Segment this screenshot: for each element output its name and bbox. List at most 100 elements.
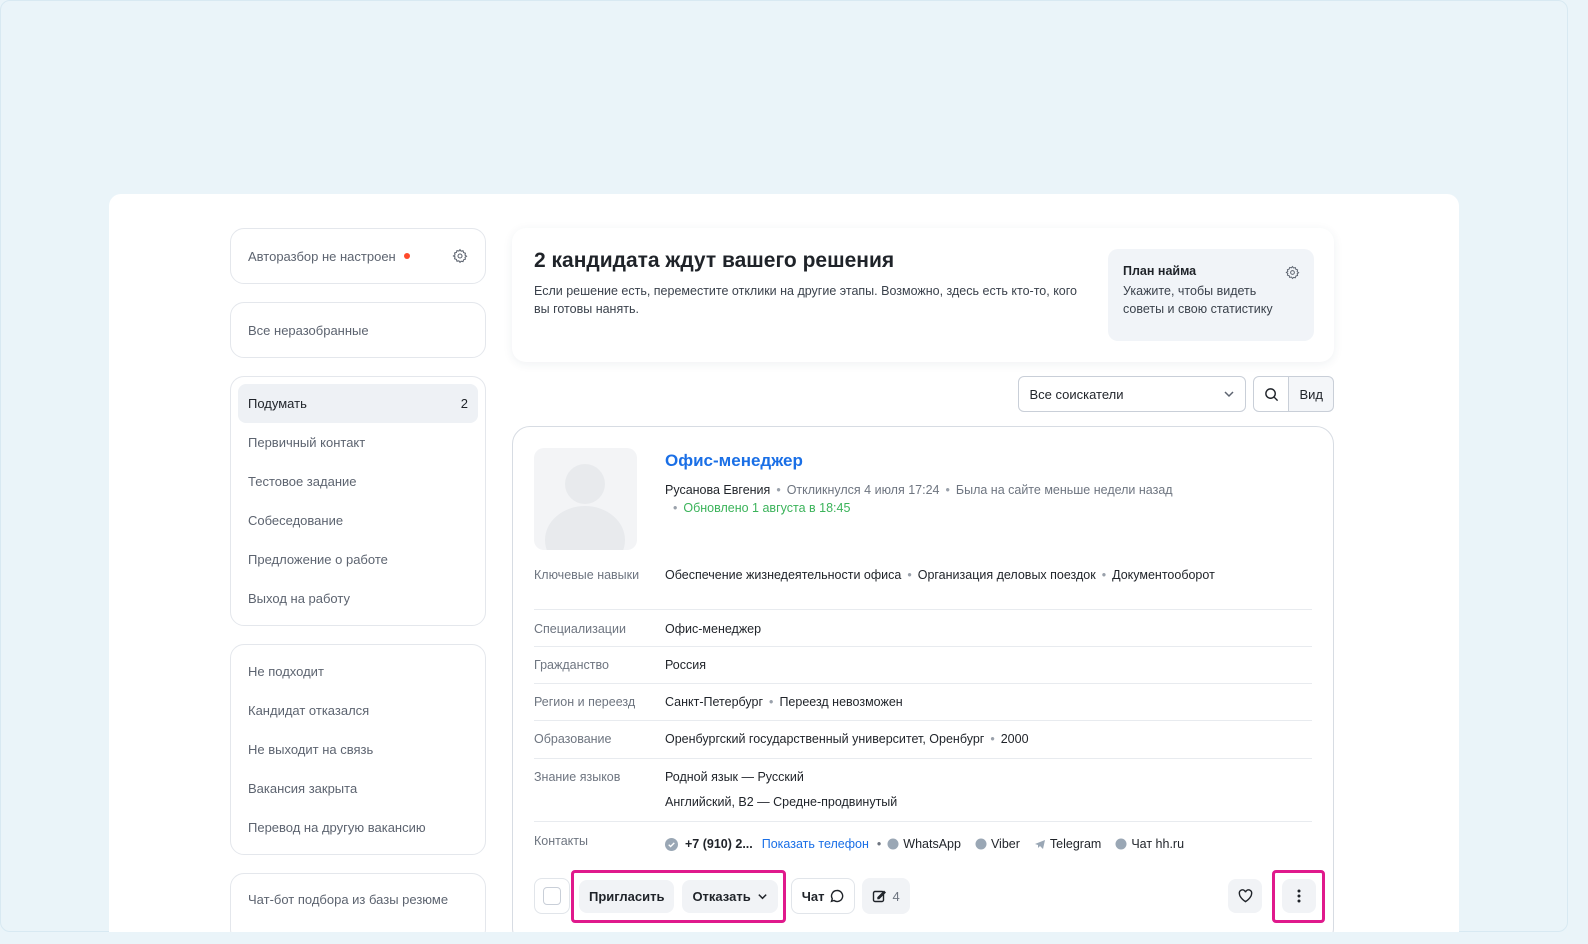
stages-list: Подумать 2 Первичный контакт Тестовое за… <box>230 376 486 626</box>
candidate-name: Русанова Евгения <box>665 483 771 497</box>
more-options-button[interactable] <box>1281 879 1316 913</box>
relocation-status: Переезд невозможен <box>779 695 903 709</box>
specialization-row: Специализации Офис-менеджер <box>534 610 1312 647</box>
region-row: Регион и переезд Санкт-Петербург • Переезд… <box>534 684 1312 721</box>
updated-date: Обновлено 1 августа в 18:45 <box>683 501 851 515</box>
skill-tag: Документооборот <box>1112 568 1215 582</box>
stage-item-think[interactable]: Подумать 2 <box>238 384 478 423</box>
rejection-label: Не выходит на связь <box>248 742 374 757</box>
rejection-label: Перевод на другую вакансию <box>248 820 426 835</box>
search-button[interactable] <box>1253 376 1290 412</box>
row-label: Регион и переезд <box>534 695 636 709</box>
citizenship-row: Гражданство Россия <box>534 647 1312 684</box>
telegram-icon <box>1034 840 1045 849</box>
row-label: Образование <box>534 732 612 746</box>
resume-actions: Пригласить Отказать Чат 4 <box>534 869 1325 923</box>
stage-item-primary-contact[interactable]: Первичный контакт <box>238 423 478 462</box>
resume-title-link[interactable]: Офис-менеджер <box>665 451 803 471</box>
invite-button[interactable]: Пригласить <box>579 879 675 913</box>
heart-icon <box>1238 889 1252 903</box>
chat-button[interactable]: Чат <box>790 878 856 914</box>
stage-label: Подумать <box>248 396 307 411</box>
show-phone-link[interactable]: Показать телефон <box>762 835 869 853</box>
rejection-label: Не подходит <box>248 664 324 679</box>
skill-tag: Организация деловых поездок <box>917 568 1096 582</box>
rejection-item-vacancy-closed[interactable]: Вакансия закрыта <box>238 769 478 808</box>
stage-item-job-offer[interactable]: Предложение о работе <box>238 540 478 579</box>
stage-count: 2 <box>460 396 468 411</box>
education-institution: Оренбургский государственный университет… <box>665 732 985 746</box>
chatbot-label: Чат-бот подбора из базы резюме <box>248 892 449 907</box>
stage-label: Предложение о работе <box>248 552 388 567</box>
avatar <box>534 448 637 550</box>
auto-sort-label: Авторазбор не настроен <box>248 248 396 264</box>
stage-item-start-work[interactable]: Выход на работу <box>238 579 478 618</box>
stage-label: Тестовое задание <box>248 474 357 489</box>
education-year: 2000 <box>1000 732 1029 746</box>
row-label: Гражданство <box>534 658 609 672</box>
stage-label: Собеседование <box>248 513 344 528</box>
rejection-list: Не подходит Кандидат отказался Не выходи… <box>230 644 486 855</box>
contacts-row: Контакты +7 (910) 2... Показать телефон … <box>534 822 1312 864</box>
invite-label: Пригласить <box>589 888 665 904</box>
row-label: Контакты <box>534 834 588 848</box>
rejection-item-no-contact[interactable]: Не выходит на связь <box>238 730 478 769</box>
all-unsorted-item[interactable]: Все неразобранные <box>230 302 486 358</box>
chevron-down-icon <box>758 893 767 899</box>
chatbot-item[interactable]: Чат-бот подбора из базы резюме <box>230 873 486 932</box>
specialization-value: Офис-менеджер <box>665 622 762 636</box>
language-item: Родной язык — Русский <box>665 770 804 784</box>
education-value: Оренбургский государственный университет… <box>665 732 1029 746</box>
auto-sort-card[interactable]: Авторазбор не настроен <box>230 228 486 284</box>
messenger-label: WhatsApp <box>903 837 961 851</box>
page-title: 2 кандидата ждут вашего решения <box>534 249 895 272</box>
auto-sort-status: Авторазбор не настроен <box>248 249 410 264</box>
hiring-plan-text: Укажите, чтобы видеть советы и свою стат… <box>1123 284 1273 316</box>
telegram-link[interactable]: Telegram <box>1034 835 1101 853</box>
stage-label: Выход на работу <box>248 591 350 606</box>
stage-label: Первичный контакт <box>248 435 366 450</box>
reject-button[interactable]: Отказать <box>682 879 778 913</box>
stage-item-test-task[interactable]: Тестовое задание <box>238 462 478 501</box>
favorite-button[interactable] <box>1228 879 1262 913</box>
reject-label: Отказать <box>692 888 751 904</box>
last-seen: Была на сайте меньше недели назад <box>955 483 1173 497</box>
more-vertical-icon <box>1297 889 1300 903</box>
search-view-group: Вид <box>1253 376 1334 412</box>
view-button[interactable]: Вид <box>1289 376 1334 412</box>
region-value: Санкт-Петербург • Переезд невозможен <box>665 695 903 709</box>
gear-icon[interactable] <box>452 248 468 264</box>
row-label: Специализации <box>534 622 626 636</box>
hh-chat-link[interactable]: Чат hh.ru <box>1115 835 1184 853</box>
viber-link[interactable]: Viber <box>975 835 1020 853</box>
rejection-item-transfer[interactable]: Перевод на другую вакансию <box>238 808 478 847</box>
whatsapp-link[interactable]: WhatsApp <box>887 835 961 853</box>
resume-details: Ключевые навыки Обеспечение жизнедеятель… <box>534 565 1312 864</box>
applicants-filter-select[interactable]: Все соискатели <box>1018 376 1247 412</box>
education-row: Образование Оренбургский государственный… <box>534 721 1312 759</box>
chat-icon <box>830 889 844 903</box>
hiring-plan-box[interactable]: План найма Укажите, чтобы видеть советы … <box>1108 249 1314 341</box>
viber-icon <box>975 838 987 850</box>
status-dot <box>403 253 410 259</box>
rejection-item-not-suitable[interactable]: Не подходит <box>238 652 478 691</box>
main-panel: Авторазбор не настроен Все неразобранные… <box>109 194 1459 932</box>
search-icon <box>1265 387 1279 401</box>
skills-value: Обеспечение жизнедеятельности офиса • Орга… <box>665 568 1215 582</box>
row-label: Ключевые навыки <box>534 568 640 582</box>
messenger-label: Telegram <box>1049 837 1102 851</box>
responded-date: Откликнулся 4 июля 17:24 <box>786 483 940 497</box>
verified-icon <box>665 837 678 851</box>
notes-button[interactable]: 4 <box>862 878 910 914</box>
notes-count: 4 <box>892 888 900 904</box>
row-label: Знание языков <box>534 770 621 784</box>
toolbar: Все соискатели Вид <box>1018 376 1334 412</box>
messenger-label: Viber <box>990 837 1020 851</box>
filter-value: Все соискатели <box>1029 386 1124 402</box>
highlighted-actions: Пригласить Отказать <box>571 869 786 923</box>
stage-item-interview[interactable]: Собеседование <box>238 501 478 540</box>
select-checkbox[interactable] <box>534 878 570 914</box>
gear-icon[interactable] <box>1285 265 1300 280</box>
language-item: Английский, B2 — Средне-продвинутый <box>665 795 898 809</box>
rejection-item-candidate-declined[interactable]: Кандидат отказался <box>238 691 478 730</box>
